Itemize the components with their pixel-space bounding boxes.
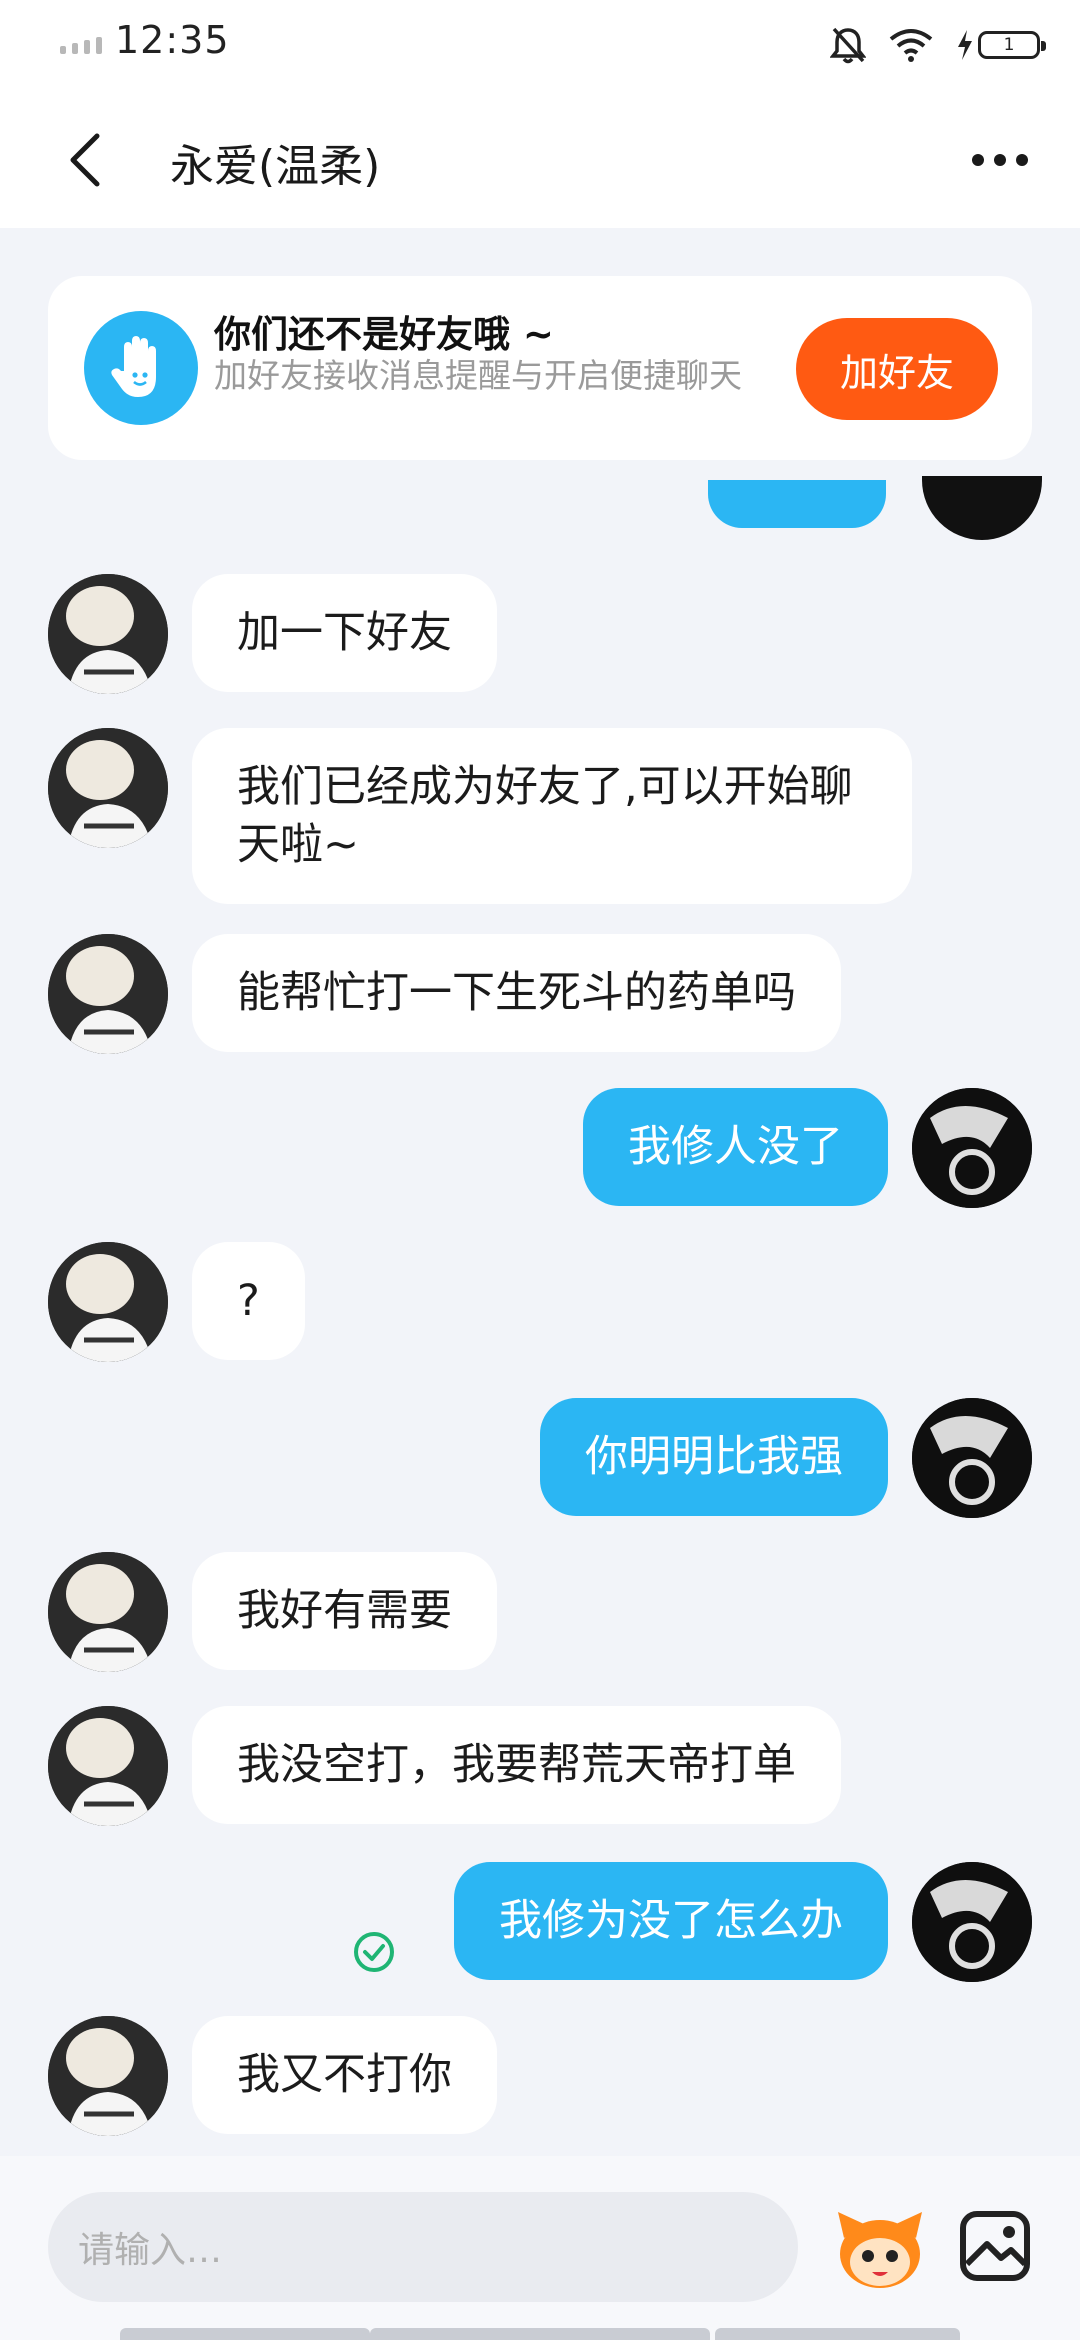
contact-avatar[interactable]	[48, 728, 168, 848]
wave-hand-icon	[84, 311, 198, 425]
image-button[interactable]	[955, 2206, 1035, 2286]
back-icon	[70, 133, 100, 187]
my-avatar[interactable]	[912, 1088, 1032, 1208]
message-bubble[interactable]: 加一下好友	[192, 574, 497, 692]
message-bubble-outgoing[interactable]: 你明明比我强	[540, 1398, 888, 1516]
chat-title: 永爱(温柔)	[170, 141, 381, 192]
more-button[interactable]	[960, 130, 1040, 190]
input-bar: 请输入…	[0, 2156, 1080, 2340]
contact-avatar[interactable]	[48, 2016, 168, 2136]
banner-title: 你们还不是好友哦 ~	[214, 313, 554, 356]
image-icon	[960, 2211, 1030, 2281]
contact-avatar[interactable]	[48, 1552, 168, 1672]
my-avatar[interactable]	[912, 1862, 1032, 1982]
battery-icon: 1	[978, 31, 1046, 59]
partial-outgoing-bubble	[708, 480, 886, 528]
emoji-icon	[838, 2212, 922, 2288]
wifi-icon	[889, 29, 933, 62]
message-bubble-outgoing[interactable]: 我修为没了怎么办	[454, 1862, 888, 1980]
keyboard-edge	[120, 2328, 370, 2340]
contact-avatar[interactable]	[48, 934, 168, 1054]
back-button[interactable]	[50, 120, 120, 200]
message-bubble[interactable]: 我没空打，我要帮荒天帝打单	[192, 1706, 841, 1824]
chat-header: 永爱(温柔)	[0, 90, 1080, 228]
partial-avatar	[922, 476, 1042, 540]
status-time: 12:35	[115, 18, 230, 62]
charging-icon	[958, 30, 972, 60]
signal-icon	[60, 37, 102, 54]
contact-avatar[interactable]	[48, 1706, 168, 1826]
message-bubble[interactable]: 我好有需要	[192, 1552, 497, 1670]
message-bubble[interactable]: 能帮忙打一下生死斗的药单吗	[192, 934, 841, 1052]
sent-check-icon	[354, 1932, 394, 1972]
status-bar: 12:35 1	[0, 0, 1080, 90]
message-bubble[interactable]: 我们已经成为好友了,可以开始聊天啦~	[192, 728, 912, 904]
message-bubble[interactable]: ?	[192, 1242, 305, 1360]
message-bubble-outgoing[interactable]: 我修人没了	[583, 1088, 888, 1206]
contact-avatar[interactable]	[48, 574, 168, 694]
contact-avatar[interactable]	[48, 1242, 168, 1362]
banner-description: 加好友接收消息提醒与开启便捷聊天	[214, 356, 742, 395]
add-friend-button[interactable]: 加好友	[796, 318, 998, 420]
mute-bell-icon	[830, 27, 866, 64]
my-avatar[interactable]	[912, 1398, 1032, 1518]
add-friend-banner: 你们还不是好友哦 ~ 加好友接收消息提醒与开启便捷聊天 加好友	[48, 276, 1032, 460]
message-input[interactable]: 请输入…	[48, 2192, 798, 2302]
more-icon	[972, 154, 984, 166]
emoji-button[interactable]	[830, 2198, 930, 2298]
status-icons: 1	[830, 20, 1046, 70]
message-bubble[interactable]: 我又不打你	[192, 2016, 497, 2134]
